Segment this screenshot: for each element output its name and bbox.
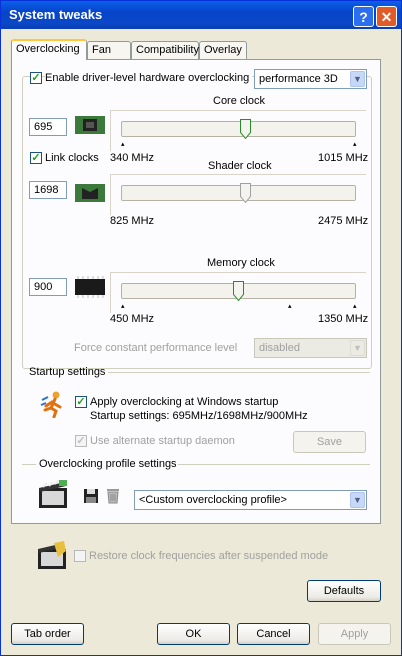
memory-clock-min: 450 MHz bbox=[110, 313, 155, 325]
divider bbox=[22, 464, 36, 465]
shader-clock-value[interactable]: 1698 bbox=[29, 181, 67, 199]
overclocking-panel: ✓ Enable driver-level hardware overclock… bbox=[11, 59, 381, 524]
memory-clock-slider[interactable]: ▴ ▴ ▴ bbox=[110, 272, 366, 313]
overclocking-profile-select[interactable]: <Custom overclocking profile> ▼ bbox=[134, 490, 367, 510]
tick-mark: ▴ bbox=[121, 141, 125, 148]
profile-clapboard-icon bbox=[39, 480, 67, 508]
shader-clock-thumb[interactable] bbox=[239, 183, 251, 203]
system-tweaks-window: System tweaks ? ✕ Overclocking Fan Compa… bbox=[0, 0, 402, 656]
divider bbox=[108, 372, 370, 373]
performance-level-select[interactable]: performance 3D ▼ bbox=[254, 69, 367, 89]
defaults-button[interactable]: Defaults bbox=[307, 580, 381, 602]
delete-profile-icon[interactable] bbox=[106, 487, 120, 504]
title-bar[interactable]: System tweaks ? ✕ bbox=[1, 1, 401, 29]
core-clock-track bbox=[121, 121, 356, 137]
core-clock-min: 340 MHz bbox=[110, 152, 155, 164]
enable-overclocking-checkbox[interactable]: ✓ bbox=[30, 72, 42, 84]
divider bbox=[178, 464, 370, 465]
apply-button[interactable]: Apply bbox=[318, 623, 391, 645]
tick-mark: ▴ bbox=[288, 303, 292, 310]
force-performance-select[interactable]: disabled ▼ bbox=[254, 338, 367, 358]
shader-clock-max: 2475 MHz bbox=[318, 215, 369, 227]
close-button[interactable]: ✕ bbox=[376, 6, 397, 27]
shader-clock-track bbox=[121, 185, 356, 201]
cancel-button[interactable]: Cancel bbox=[237, 623, 310, 645]
tab-compatibility[interactable]: Compatibility bbox=[131, 41, 199, 59]
shader-clock-min: 825 MHz bbox=[110, 215, 155, 227]
tick-mark: ▴ bbox=[121, 303, 125, 310]
memory-clock-title: Memory clock bbox=[207, 257, 275, 269]
alternate-daemon-checkbox[interactable]: ✓ bbox=[75, 435, 87, 447]
startup-settings-text: Startup settings: 695MHz/1698MHz/900MHz bbox=[90, 410, 308, 422]
force-performance-label: Force constant performance level bbox=[74, 342, 238, 354]
force-performance-value: disabled bbox=[259, 342, 300, 354]
shader-chip-icon bbox=[75, 184, 105, 202]
chevron-down-icon: ▼ bbox=[350, 492, 365, 508]
restore-clapboard-icon bbox=[38, 541, 66, 569]
save-profile-icon[interactable] bbox=[83, 488, 99, 504]
startup-settings-header: Startup settings bbox=[29, 366, 106, 378]
shader-clock-slider[interactable] bbox=[110, 174, 366, 215]
tick-mark: ▴ bbox=[353, 141, 357, 148]
apply-at-startup-checkbox[interactable]: ✓ bbox=[75, 396, 87, 408]
save-button[interactable]: Save bbox=[293, 431, 366, 453]
tab-overclocking[interactable]: Overclocking bbox=[11, 39, 87, 60]
chevron-down-icon: ▼ bbox=[350, 340, 365, 356]
shader-clock-title: Shader clock bbox=[208, 160, 272, 172]
tab-fan[interactable]: Fan bbox=[87, 41, 131, 59]
startup-runner-icon bbox=[40, 391, 62, 418]
enable-overclocking-label: Enable driver-level hardware overclockin… bbox=[45, 72, 253, 84]
performance-level-value: performance 3D bbox=[259, 73, 338, 85]
chevron-down-icon: ▼ bbox=[350, 71, 365, 87]
window-title: System tweaks bbox=[9, 7, 103, 22]
core-clock-thumb[interactable] bbox=[239, 119, 251, 139]
memory-clock-thumb[interactable] bbox=[233, 281, 244, 301]
profile-settings-header: Overclocking profile settings bbox=[39, 458, 177, 470]
alternate-daemon-label: Use alternate startup daemon bbox=[90, 435, 235, 447]
apply-at-startup-label: Apply overclocking at Windows startup bbox=[90, 396, 279, 408]
restore-clocks-label: Restore clock frequencies after suspende… bbox=[89, 550, 329, 562]
tick-mark: ▴ bbox=[353, 303, 357, 310]
restore-clocks-checkbox[interactable] bbox=[74, 550, 86, 562]
core-clock-title: Core clock bbox=[213, 95, 265, 107]
link-clocks-label: Link clocks bbox=[45, 152, 99, 164]
memory-clock-value[interactable]: 900 bbox=[29, 278, 67, 296]
tab-overlay[interactable]: Overlay bbox=[199, 41, 247, 59]
tab-order-button[interactable]: Tab order bbox=[11, 623, 84, 645]
core-clock-max: 1015 MHz bbox=[318, 152, 369, 164]
ok-button[interactable]: OK bbox=[157, 623, 230, 645]
memory-clock-max: 1350 MHz bbox=[318, 313, 369, 325]
link-clocks-checkbox[interactable]: ✓ bbox=[30, 152, 42, 164]
help-button[interactable]: ? bbox=[353, 6, 374, 27]
core-clock-slider[interactable]: ▴ ▴ bbox=[110, 110, 366, 151]
gpu-chip-icon bbox=[75, 116, 105, 134]
memory-chip-icon bbox=[75, 276, 105, 298]
overclocking-profile-value: <Custom overclocking profile> bbox=[139, 494, 287, 506]
core-clock-value[interactable]: 695 bbox=[29, 118, 67, 136]
